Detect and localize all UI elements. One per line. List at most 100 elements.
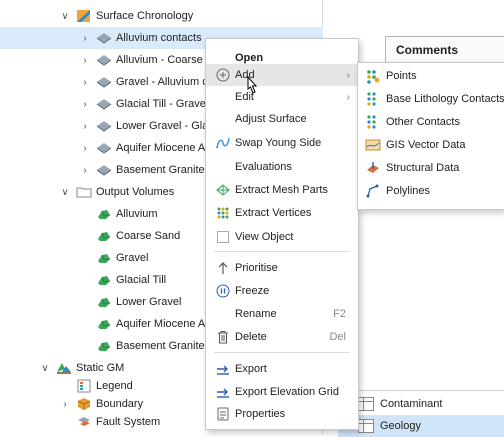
menu-item-adjust-surface[interactable]: Adjust Surface [206,108,358,130]
menu-item-evaluations[interactable]: Evaluations [206,156,358,178]
tree-item-gravel-alluvium[interactable]: › Gravel - Alluvium co [80,71,213,93]
submenu-item-base-lithology-contacts[interactable]: Base Lithology Contacts [358,88,504,110]
chevron-right-icon[interactable]: › [80,165,90,176]
tree-item-output-volumes[interactable]: ∨ Output Volumes [60,181,174,203]
boundary-icon [77,398,91,410]
tree-item-surface-chronology[interactable]: ∨ Surface Chronology [60,5,193,27]
tree-item-label: Alluvium [116,208,158,220]
submenu-item-label: GIS Vector Data [386,139,466,151]
surface-icon [96,99,112,110]
tree-item-volume-gravel[interactable]: Gravel [96,247,148,269]
submenu-item-label: Structural Data [386,162,460,174]
tree-item-label: Output Volumes [96,186,175,198]
tree-item-volume-glacial-till[interactable]: Glacial Till [96,269,166,291]
tree-item-lower-gravel-glaci[interactable]: › Lower Gravel - Glaci [80,115,216,137]
chevron-down-icon[interactable]: ∨ [60,187,70,198]
submenu-item-polylines[interactable]: Polylines [358,180,504,202]
chevron-right-icon[interactable]: › [80,143,90,154]
volume-icon [98,320,111,329]
volume-icon [98,210,111,219]
submenu-item-points[interactable]: Points [358,65,504,87]
contacts-icon [367,115,376,129]
menu-item-extract-vertices[interactable]: Extract Vertices [206,202,358,224]
trash-icon [215,329,231,345]
chevron-right-icon[interactable]: › [80,77,90,88]
submenu-item-gis-vector-data[interactable]: GIS Vector Data [358,134,504,156]
table-icon [358,397,374,411]
fault-system-icon [78,417,90,426]
tree-item-volume-alluvium[interactable]: Alluvium [96,203,158,225]
chevron-down-icon[interactable]: ∨ [60,11,70,22]
menu-item-label: Extract Mesh Parts [235,184,328,196]
submenu-item-label: Polylines [386,185,431,197]
swap-young-side-icon [215,135,231,151]
menu-item-add[interactable]: Add › [206,64,358,86]
export-icon [215,384,231,400]
mouse-pointer-icon [247,76,257,94]
submenu-item-structural-data[interactable]: Structural Data [358,157,504,179]
chronology-icon [77,10,90,22]
tree-item-glacial-till-gravel[interactable]: › Glacial Till - Gravel c [80,93,217,115]
tree-item-volume-coarse-sand[interactable]: Coarse Sand [96,225,180,247]
chevron-down-icon[interactable]: ∨ [40,363,50,374]
tree-item-volume-lower-gravel[interactable]: Lower Gravel [96,291,181,313]
chevron-right-icon[interactable]: › [80,99,90,110]
surface-icon [96,143,112,154]
tree-item-label: Gravel [116,252,149,264]
submenu-arrow-icon: › [346,69,350,81]
menu-item-label: Export Elevation Grid [235,386,339,398]
submenu-item-label: Points [386,70,417,82]
menu-item-swap-young-side[interactable]: Swap Young Side [206,132,358,154]
surface-icon [96,77,112,88]
menu-item-properties[interactable]: Properties [206,403,358,425]
tree-item-label: Basement Granite c [116,164,214,176]
surface-icon [96,121,112,132]
surface-icon [96,55,112,66]
points-icon [367,70,380,84]
mesh-parts-icon [215,182,231,198]
submenu-arrow-icon: › [346,91,350,103]
submenu-item-label: Other Contacts [386,116,460,128]
menu-item-extract-mesh-parts[interactable]: Extract Mesh Parts [206,179,358,201]
tree-item-volume-aquifer[interactable]: Aquifer Miocene All [96,313,210,335]
menu-item-freeze[interactable]: Freeze [206,280,358,302]
shortcut-label: F2 [333,308,346,320]
volume-icon [98,254,111,263]
chevron-right-icon[interactable]: › [80,55,90,66]
surface-icon [96,33,112,44]
list-item-label: Contaminant [380,398,443,410]
tree-item-label: Lower Gravel - Glaci [116,120,217,132]
tree-item-alluvium-coarse[interactable]: › Alluvium - Coarse S [80,49,213,71]
menu-separator [214,352,350,353]
checkbox-icon[interactable] [215,229,231,245]
chevron-right-icon[interactable]: › [60,399,70,410]
menu-item-view-object[interactable]: View Object [206,226,358,248]
add-circle-icon [215,67,231,83]
tree-item-aquifer-miocene[interactable]: › Aquifer Miocene All [80,137,210,159]
lithology-contacts-icon [367,92,376,106]
menu-item-edit[interactable]: Edit › [206,86,358,108]
tree-item-label: Boundary [96,398,144,410]
tree-item-volume-basement[interactable]: Basement Granite [96,335,205,357]
legend-icon [77,379,91,393]
menu-item-label: Rename [235,308,277,320]
chevron-right-icon[interactable]: › [80,33,90,44]
submenu-item-other-contacts[interactable]: Other Contacts [358,111,504,133]
tree-item-fault-system[interactable]: Fault System [76,411,160,433]
tree-item-label: Legend [96,380,133,392]
menu-item-prioritise[interactable]: Prioritise [206,257,358,279]
menu-item-label: Properties [235,408,286,420]
menu-item-export[interactable]: Export [206,358,358,380]
tree-item-basement-granite[interactable]: › Basement Granite c [80,159,213,181]
chevron-right-icon[interactable]: › [80,121,90,132]
list-item-contaminant[interactable]: Contaminant [338,393,504,415]
surface-icon [96,165,112,176]
tree-item-label: Coarse Sand [116,230,181,242]
menu-item-rename[interactable]: Rename F2 [206,303,358,325]
menu-item-delete[interactable]: Delete Del [206,326,358,348]
menu-item-label: Evaluations [235,161,292,173]
volume-icon [98,342,111,351]
menu-item-label: Export [235,363,267,375]
menu-item-export-elevation-grid[interactable]: Export Elevation Grid [206,381,358,403]
menu-item-label: Prioritise [235,262,278,274]
